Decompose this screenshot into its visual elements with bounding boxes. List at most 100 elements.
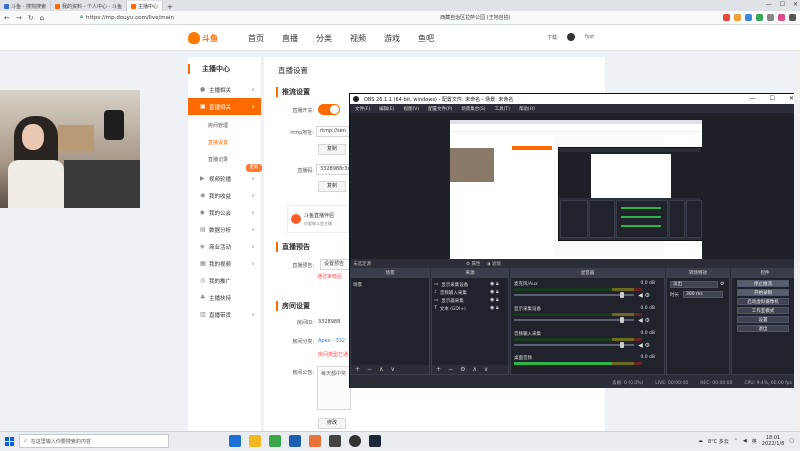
extension-icon[interactable] xyxy=(778,14,785,21)
transition-select[interactable]: 淡出 xyxy=(670,281,718,288)
rtmp-field[interactable]: rtmp://sen xyxy=(316,126,351,137)
copy-key-button[interactable]: 复制 xyxy=(318,181,346,192)
obs-preview[interactable] xyxy=(350,113,800,259)
app-icon[interactable] xyxy=(309,435,321,447)
ime-indicator[interactable]: 英 xyxy=(752,438,757,445)
sidebar-item-myvideo[interactable]: ▦ 我的视频 ∨ xyxy=(188,255,261,272)
properties-button[interactable]: ⚙ 属性 xyxy=(466,261,480,267)
move-down-icon[interactable]: ∨ xyxy=(390,366,394,373)
forecast-field[interactable]: 设置预告 xyxy=(320,259,351,270)
nav-live[interactable]: 直播 xyxy=(282,33,316,44)
speaker-icon[interactable]: ◀ ⚙ xyxy=(638,342,650,349)
menu-scene-collection[interactable]: 场景集合(S) xyxy=(461,106,485,112)
source-item[interactable]: ♪ 音频输入采集 xyxy=(434,289,467,296)
download-link[interactable]: 下载 xyxy=(547,34,557,41)
copy-rtmp-button[interactable]: 复制 xyxy=(318,144,346,155)
clock[interactable]: 18:01 2022/1/8 xyxy=(762,435,784,447)
nav-video[interactable]: 视频 xyxy=(350,33,384,44)
remove-icon[interactable]: − xyxy=(448,366,453,373)
room-category-link[interactable]: Apex - 332 xyxy=(318,338,345,344)
browser-tab-active[interactable]: 主播中心 xyxy=(126,1,163,11)
volume-icon[interactable]: ◀ xyxy=(743,438,747,444)
studio-mode-button[interactable]: 工作室模式 xyxy=(737,307,789,314)
refresh-icon[interactable]: ↻ xyxy=(28,14,34,22)
word-icon[interactable] xyxy=(289,435,301,447)
sidebar-item-promo[interactable]: ◎ 我的推广 xyxy=(188,272,261,289)
douyu-logo[interactable]: 斗鱼 xyxy=(188,30,228,46)
extension-icon[interactable] xyxy=(723,14,730,21)
new-tab-icon[interactable]: + xyxy=(167,3,173,11)
eye-icon[interactable]: ◉ 🔒︎ xyxy=(490,305,499,311)
settings-button[interactable]: 设置 xyxy=(737,316,789,323)
sidebar-item-data[interactable]: ▤ 数据分析 ∨ xyxy=(188,221,261,238)
back-icon[interactable]: ← xyxy=(4,14,10,22)
menu-edit[interactable]: 编辑(E) xyxy=(379,106,394,112)
remove-icon[interactable]: − xyxy=(367,366,372,373)
sidebar-sub-settings[interactable]: 直播设置 xyxy=(188,134,261,150)
sidebar-item-support[interactable]: ♣ 主播扶持 xyxy=(188,289,261,306)
menu-view[interactable]: 视图(V) xyxy=(403,106,419,112)
menu-help[interactable]: 帮助(H) xyxy=(519,106,535,112)
maximize-icon[interactable]: ☐ xyxy=(770,95,775,102)
move-up-icon[interactable]: ∧ xyxy=(379,366,383,373)
edge-icon[interactable] xyxy=(229,435,241,447)
nav-home[interactable]: 首页 xyxy=(248,33,282,44)
speaker-icon[interactable]: ◀ ⚙ xyxy=(638,317,650,324)
start-recording-button[interactable]: 开始录制 xyxy=(737,289,789,296)
sidebar-item-guild[interactable]: ◆ 我的公会 ∨ xyxy=(188,204,261,221)
move-down-icon[interactable]: ∨ xyxy=(484,366,488,373)
scene-item[interactable]: 场景 xyxy=(353,281,362,288)
volume-slider[interactable] xyxy=(514,292,634,298)
username[interactable]: fyst xyxy=(585,34,594,40)
room-notice-textarea[interactable]: 每天都中奖 xyxy=(317,366,351,410)
extension-icon[interactable] xyxy=(734,14,741,21)
sidebar-item-income[interactable]: ◉ 我的收益 ∨ xyxy=(188,187,261,204)
companion-promo[interactable]: 斗鱼直播伴侣 你要做斗鱼主播 xyxy=(287,205,349,233)
app-icon[interactable] xyxy=(329,435,341,447)
sidebar-sub-room[interactable]: 房间管理 xyxy=(188,117,261,133)
menu-file[interactable]: 文件(F) xyxy=(355,106,370,112)
taskbar-search[interactable]: ⌕ 在这里输入你要搜索的内容 xyxy=(19,434,169,448)
filters-button[interactable]: ◑ 滤镜 xyxy=(486,261,500,267)
sidebar-item-video[interactable]: ▶ 视频轮播 ∨ xyxy=(188,170,261,187)
menu-icon[interactable] xyxy=(789,14,796,21)
extension-icon[interactable] xyxy=(767,14,774,21)
folder-icon[interactable] xyxy=(249,435,261,447)
chrome-icon[interactable] xyxy=(269,435,281,447)
add-icon[interactable]: + xyxy=(436,366,441,373)
live-toggle[interactable] xyxy=(318,104,340,115)
source-item[interactable]: ▭ 显示采集设备 xyxy=(434,281,468,288)
gear-icon[interactable]: ⚙ xyxy=(720,281,724,287)
eye-icon[interactable]: ◉ 🔒︎ xyxy=(490,297,499,303)
add-icon[interactable]: + xyxy=(355,366,360,373)
browser-tab[interactable]: 我的资料 - 个人中心 - 斗鱼 xyxy=(51,1,127,11)
gear-icon[interactable]: ⚙ xyxy=(460,366,465,373)
url-field[interactable]: 🔒︎ https://mp.douyu.com/live/main xyxy=(80,13,174,22)
volume-slider[interactable] xyxy=(514,317,634,323)
forward-icon[interactable]: → xyxy=(16,14,22,22)
extension-icon[interactable] xyxy=(745,14,752,21)
sidebar-item-sales[interactable]: ▥ 直播带货 ∨ xyxy=(188,306,261,323)
extension-icon[interactable] xyxy=(756,14,763,21)
page-scrollbar[interactable] xyxy=(794,51,800,431)
avatar[interactable] xyxy=(567,33,576,41)
eye-icon[interactable]: ◉ 🔒︎ xyxy=(490,289,499,295)
maximize-icon[interactable]: ☐ xyxy=(780,1,785,8)
menu-profile[interactable]: 配置文件(P) xyxy=(428,106,452,112)
stop-stream-button[interactable]: 停止推流 xyxy=(737,280,789,287)
source-item[interactable]: T 文本 (GDI+) xyxy=(434,305,466,312)
speaker-icon[interactable]: ◀ ⚙ xyxy=(638,292,650,299)
nav-category[interactable]: 分类 xyxy=(316,33,350,44)
stream-key-field[interactable]: 3328988r3x xyxy=(316,164,351,175)
modify-button[interactable]: 修改 xyxy=(318,418,346,429)
network-icon[interactable]: ⌃ xyxy=(734,438,738,444)
steam-icon[interactable] xyxy=(369,435,381,447)
volume-slider[interactable] xyxy=(514,342,634,348)
exit-button[interactable]: 退出 xyxy=(737,325,789,332)
home-icon[interactable]: ⌂ xyxy=(40,14,44,22)
source-item[interactable]: ▭ 显示器采集 xyxy=(434,297,464,304)
minimize-icon[interactable]: — xyxy=(750,95,756,102)
notification-icon[interactable]: ▢ xyxy=(789,438,794,444)
sidebar-item-live[interactable]: ▣ 直播相关 ∧ xyxy=(188,98,261,115)
sidebar-item-business[interactable]: ◈ 商业活动 ∨ xyxy=(188,238,261,255)
